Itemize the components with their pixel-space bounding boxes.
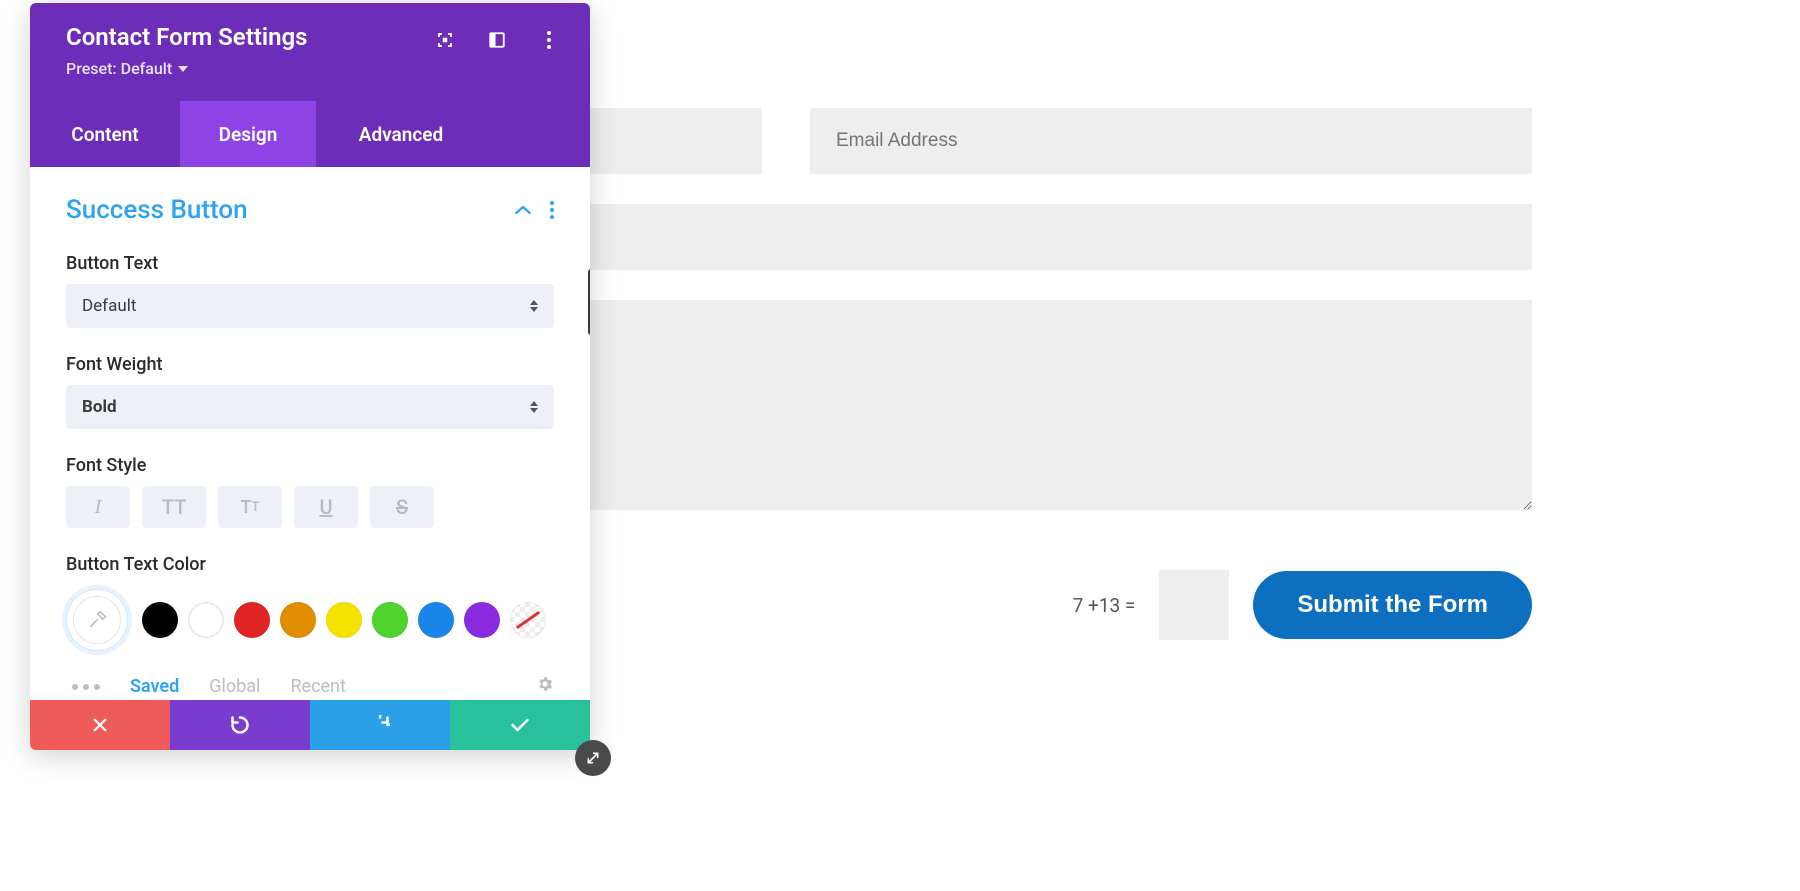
font-style-italic-button[interactable]: I [66, 486, 130, 528]
color-swatch-row [66, 589, 554, 651]
select-font-weight[interactable]: Bold [66, 385, 554, 429]
tab-design[interactable]: Design [180, 101, 316, 167]
form-submit-row: 7 +13 = Submit the Form [1073, 570, 1532, 640]
cancel-button[interactable] [30, 700, 170, 750]
label-font-style: Font Style [66, 455, 554, 476]
panel-body: Success Button Button Text Default Font … [30, 167, 590, 700]
snap-left-icon[interactable] [486, 29, 508, 51]
tab-content[interactable]: Content [30, 101, 180, 167]
scrollbar-thumb[interactable] [588, 269, 590, 335]
font-style-uppercase-button[interactable]: TT [142, 486, 206, 528]
settings-panel: Contact Form Settings Preset: Default [30, 3, 590, 750]
tab-advanced[interactable]: Advanced [316, 101, 486, 167]
captcha-answer-field[interactable] [1159, 570, 1229, 640]
undo-icon [230, 715, 250, 735]
section-options-icon[interactable] [550, 201, 554, 219]
panel-tabs: Content Design Advanced [30, 101, 590, 167]
resize-diagonal-icon [585, 750, 601, 766]
swatch-color-6[interactable] [418, 602, 454, 638]
swatch-color-2[interactable] [234, 602, 270, 638]
palette-tabs: Saved Global Recent [66, 675, 554, 698]
more-options-icon[interactable] [538, 29, 560, 51]
font-style-underline-button[interactable]: U [294, 486, 358, 528]
submit-button[interactable]: Submit the Form [1253, 571, 1532, 639]
collapse-section-icon[interactable] [514, 201, 532, 220]
swatch-transparent[interactable] [510, 602, 546, 638]
select-updown-icon [530, 300, 538, 312]
select-updown-icon [530, 401, 538, 413]
swatch-color-4[interactable] [326, 602, 362, 638]
panel-resize-handle[interactable] [575, 740, 611, 776]
section-title-success-button[interactable]: Success Button [66, 195, 248, 225]
preset-label: Preset: Default [66, 59, 172, 78]
palette-tab-recent[interactable]: Recent [290, 676, 345, 697]
undo-button[interactable] [170, 700, 310, 750]
select-button-text-font[interactable]: Default [66, 284, 554, 328]
drag-handle-icon[interactable] [72, 684, 100, 690]
redo-button[interactable] [310, 700, 450, 750]
palette-tab-global[interactable]: Global [209, 676, 260, 697]
panel-header: Contact Form Settings Preset: Default [30, 3, 590, 101]
swatch-color-0[interactable] [142, 602, 178, 638]
swatch-color-5[interactable] [372, 602, 408, 638]
captcha-question: 7 +13 = [1073, 594, 1136, 617]
swatch-color-3[interactable] [280, 602, 316, 638]
save-button[interactable] [450, 700, 590, 750]
label-font-weight: Font Weight [66, 354, 554, 375]
preset-dropdown[interactable]: Preset: Default [66, 59, 554, 78]
label-button-text: Button Text [66, 253, 554, 274]
palette-settings-icon[interactable] [536, 675, 554, 698]
select-font-weight-value: Bold [82, 397, 117, 417]
check-icon [510, 717, 530, 733]
expand-icon[interactable] [434, 29, 456, 51]
email-field[interactable] [810, 108, 1532, 174]
swatch-color-1[interactable] [188, 602, 224, 638]
palette-tab-saved[interactable]: Saved [130, 676, 179, 697]
panel-footer [30, 700, 590, 750]
redo-icon [370, 715, 390, 735]
label-button-text-color: Button Text Color [66, 554, 554, 575]
swatch-color-7[interactable] [464, 602, 500, 638]
caret-down-icon [178, 66, 188, 72]
select-button-text-value: Default [82, 296, 136, 316]
font-style-smallcaps-button[interactable]: TT [218, 486, 282, 528]
close-icon [91, 716, 109, 734]
color-picker-button[interactable] [66, 589, 128, 651]
font-style-strikethrough-button[interactable]: S [370, 486, 434, 528]
eyedropper-icon [87, 610, 107, 630]
